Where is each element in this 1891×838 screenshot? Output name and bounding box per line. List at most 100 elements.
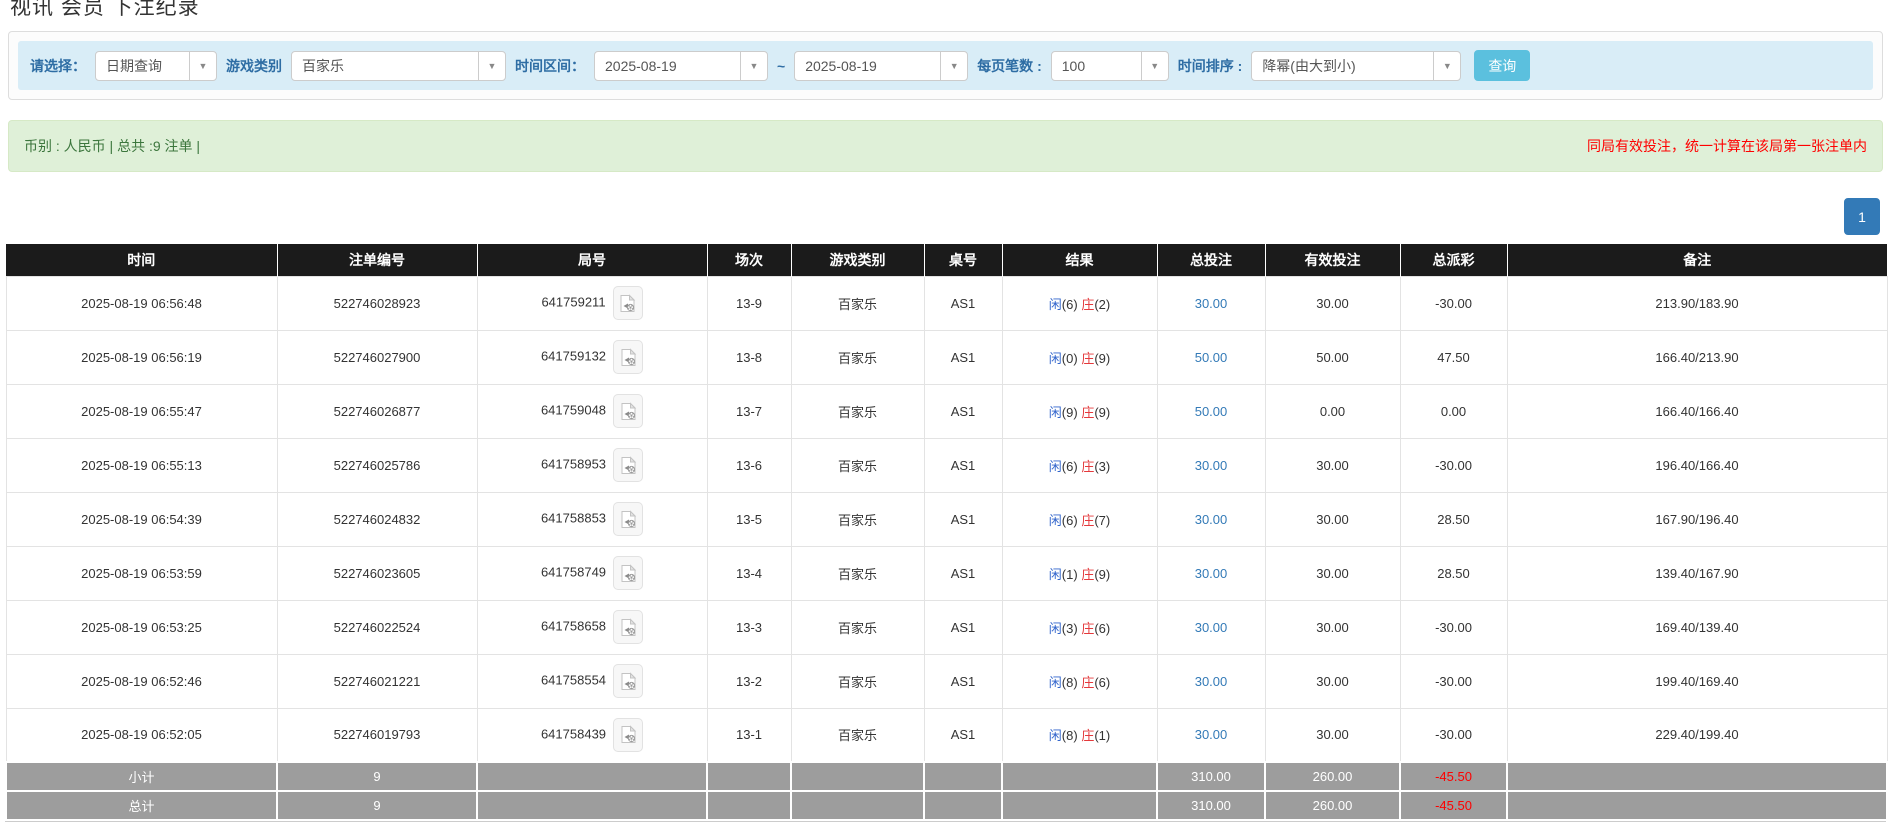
cell-bet-id: 522746026877 — [277, 384, 477, 438]
cell-bet-id: 522746022524 — [277, 600, 477, 654]
cell-payout: -30.00 — [1400, 438, 1507, 492]
date-to-select[interactable]: 2025-08-19 ▼ — [794, 51, 968, 81]
player-result-label: 闲 — [1049, 405, 1062, 420]
round-id-value: 641759048 — [541, 402, 606, 417]
cell-total-bet: 30.00 — [1157, 708, 1265, 762]
cell-remark: 196.40/166.40 — [1507, 438, 1887, 492]
cell-session: 13-5 — [707, 492, 791, 546]
video-replay-button[interactable] — [613, 718, 643, 752]
total-bet-link[interactable]: 30.00 — [1195, 512, 1228, 527]
search-button[interactable]: 查询 — [1474, 50, 1530, 81]
video-replay-button[interactable] — [613, 286, 643, 320]
cell-time: 2025-08-19 06:52:46 — [6, 654, 277, 708]
video-file-icon — [620, 725, 637, 744]
table-body: 2025-08-19 06:56:48 522746028923 6417592… — [6, 276, 1887, 762]
cell-valid-bet: 30.00 — [1265, 276, 1400, 330]
table-row: 2025-08-19 06:56:19 522746027900 6417591… — [6, 330, 1887, 384]
round-id-value: 641758953 — [541, 456, 606, 471]
video-replay-button[interactable] — [613, 556, 643, 590]
player-result-score: (9) — [1062, 405, 1078, 420]
banker-result-label: 庄 — [1081, 297, 1094, 312]
cell-table-no: AS1 — [924, 438, 1002, 492]
player-result-label: 闲 — [1049, 513, 1062, 528]
cell-bet-id: 522746021221 — [277, 654, 477, 708]
page-size-label: 每页笔数 : — [977, 56, 1042, 76]
total-bet-link[interactable]: 50.00 — [1195, 404, 1228, 419]
total-bet-link[interactable]: 30.00 — [1195, 674, 1228, 689]
player-result-label: 闲 — [1049, 621, 1062, 636]
total-bet-link[interactable]: 30.00 — [1195, 620, 1228, 635]
game-type-select[interactable]: 百家乐 ▼ — [291, 51, 506, 81]
banker-result-score: (1) — [1094, 728, 1110, 743]
header-result: 结果 — [1002, 244, 1157, 276]
cell-round-id: 641758749 — [477, 546, 707, 600]
cell-remark: 229.40/199.40 — [1507, 708, 1887, 762]
cell-valid-bet: 50.00 — [1265, 330, 1400, 384]
cell-session: 13-4 — [707, 546, 791, 600]
player-result-label: 闲 — [1049, 567, 1062, 582]
header-bet-id: 注单编号 — [277, 244, 477, 276]
table-header: 时间 注单编号 局号 场次 游戏类别 桌号 结果 总投注 有效投注 总派彩 备注 — [6, 244, 1887, 276]
cell-valid-bet: 30.00 — [1265, 492, 1400, 546]
total-bet-link[interactable]: 30.00 — [1195, 727, 1228, 742]
cell-time: 2025-08-19 06:55:13 — [6, 438, 277, 492]
total-valid-bet: 260.00 — [1265, 791, 1400, 820]
banker-result-label: 庄 — [1081, 675, 1094, 690]
table-row: 2025-08-19 06:53:25 522746022524 6417586… — [6, 600, 1887, 654]
page-button-1[interactable]: 1 — [1844, 198, 1880, 235]
table-row: 2025-08-19 06:55:13 522746025786 6417589… — [6, 438, 1887, 492]
sort-order-select[interactable]: 降幂(由大到小) ▼ — [1251, 51, 1461, 81]
total-count: 9 — [277, 791, 477, 820]
header-session: 场次 — [707, 244, 791, 276]
round-id-value: 641759211 — [541, 294, 605, 309]
round-id-value: 641758554 — [541, 672, 606, 687]
subtotal-row: 小计 9 310.00 260.00 -45.50 — [6, 762, 1887, 791]
date-range-label: 时间区间： — [515, 56, 585, 76]
chevron-down-icon: ▼ — [478, 52, 505, 80]
video-replay-button[interactable] — [613, 340, 643, 374]
cell-game-type: 百家乐 — [791, 438, 924, 492]
cell-valid-bet: 30.00 — [1265, 654, 1400, 708]
header-table-no: 桌号 — [924, 244, 1002, 276]
cell-remark: 199.40/169.40 — [1507, 654, 1887, 708]
total-bet-link[interactable]: 50.00 — [1195, 350, 1228, 365]
cell-bet-id: 522746028923 — [277, 276, 477, 330]
header-round-id: 局号 — [477, 244, 707, 276]
date-from-select[interactable]: 2025-08-19 ▼ — [594, 51, 768, 81]
header-valid-bet: 有效投注 — [1265, 244, 1400, 276]
video-replay-button[interactable] — [613, 502, 643, 536]
cell-game-type: 百家乐 — [791, 384, 924, 438]
header-payout: 总派彩 — [1400, 244, 1507, 276]
sort-order-label: 时间排序 : — [1178, 56, 1243, 76]
cell-result: 闲(1) 庄(9) — [1002, 546, 1157, 600]
cell-game-type: 百家乐 — [791, 276, 924, 330]
pagination: 1 — [0, 198, 1880, 235]
player-result-score: (6) — [1062, 513, 1078, 528]
total-bet-link[interactable]: 30.00 — [1195, 296, 1228, 311]
video-replay-button[interactable] — [613, 394, 643, 428]
video-replay-button[interactable] — [613, 664, 643, 698]
cell-time: 2025-08-19 06:55:47 — [6, 384, 277, 438]
query-type-value: 日期查询 — [96, 52, 189, 80]
total-bet-link[interactable]: 30.00 — [1195, 458, 1228, 473]
banker-result-label: 庄 — [1081, 567, 1094, 582]
header-total-bet: 总投注 — [1157, 244, 1265, 276]
total-bet-link[interactable]: 30.00 — [1195, 566, 1228, 581]
video-replay-button[interactable] — [613, 448, 643, 482]
page-size-select[interactable]: 100 ▼ — [1051, 51, 1169, 81]
cell-session: 13-3 — [707, 600, 791, 654]
video-replay-button[interactable] — [613, 610, 643, 644]
cell-total-bet: 50.00 — [1157, 384, 1265, 438]
video-file-icon — [620, 564, 637, 583]
chevron-down-icon: ▼ — [940, 52, 967, 80]
sort-order-value: 降幂(由大到小) — [1252, 52, 1433, 80]
cell-remark: 166.40/166.40 — [1507, 384, 1887, 438]
table-row: 2025-08-19 06:55:47 522746026877 6417590… — [6, 384, 1887, 438]
cell-result: 闲(6) 庄(7) — [1002, 492, 1157, 546]
query-type-select[interactable]: 日期查询 ▼ — [95, 51, 217, 81]
subtotal-count: 9 — [277, 762, 477, 791]
cell-payout: -30.00 — [1400, 708, 1507, 762]
banker-result-label: 庄 — [1081, 728, 1094, 743]
chevron-down-icon: ▼ — [740, 52, 767, 80]
table-totals: 小计 9 310.00 260.00 -45.50 总计 9 310.00 26… — [6, 762, 1887, 820]
